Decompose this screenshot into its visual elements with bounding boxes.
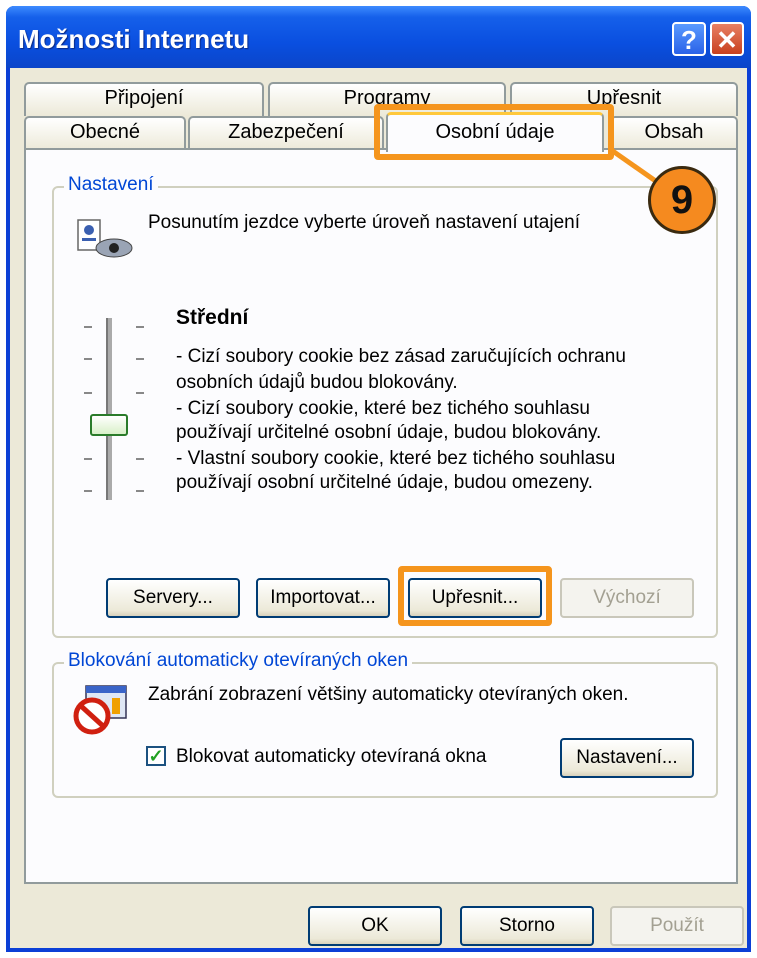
step-badge: 9 [648, 166, 716, 234]
settings-intro: Posunutím jezdce vyberte úroveň nastaven… [148, 212, 580, 233]
privacy-icon [77, 219, 133, 258]
slider-tick [136, 490, 144, 492]
slider-tick [136, 358, 144, 360]
popup-blocker-icon [73, 685, 127, 735]
level-desc-line: používají určitelné osobní údaje, budou … [176, 422, 602, 443]
tab-highlight [374, 104, 614, 160]
privacy-slider-track[interactable] [106, 318, 112, 500]
slider-tick [84, 392, 92, 394]
slider-tick [136, 326, 144, 328]
slider-tick [84, 458, 92, 460]
level-desc-line: - Vlastní soubory cookie, které bez tich… [176, 448, 616, 469]
settings-legend: Nastavení [64, 174, 158, 196]
level-desc-line: osobních údajů budou blokovány. [176, 372, 458, 393]
block-popups-label[interactable]: Blokovat automaticky otevíraná okna [176, 746, 487, 768]
window-title: Možnosti Internetu [18, 24, 250, 54]
servers-button[interactable]: Servery... [106, 578, 240, 618]
popup-settings-button[interactable]: Nastavení... [560, 738, 694, 778]
popup-intro: Zabrání zobrazení většiny automaticky ot… [148, 684, 629, 705]
tab-obecne[interactable]: Obecné [24, 116, 186, 150]
slider-tick [84, 326, 92, 328]
tab-pripojeni[interactable]: Připojení [24, 82, 264, 116]
level-desc-line: používají osobní určitelné údaje, budou … [176, 472, 593, 493]
slider-tick [136, 392, 144, 394]
tab-obsah[interactable]: Obsah [610, 116, 738, 150]
block-popups-checkbox[interactable]: ✓ [146, 746, 166, 766]
default-button[interactable]: Výchozí [560, 578, 694, 618]
help-button[interactable]: ? [672, 22, 706, 56]
import-button[interactable]: Importovat... [256, 578, 390, 618]
title-bar[interactable]: Možnosti Internetu ? ✕ [6, 6, 751, 68]
cancel-button[interactable]: Storno [460, 906, 594, 946]
ok-button[interactable]: OK [308, 906, 442, 946]
level-desc-line: - Cizí soubory cookie bez zásad zaručují… [176, 346, 626, 367]
close-button[interactable]: ✕ [710, 22, 744, 56]
slider-tick [84, 490, 92, 492]
privacy-level: Střední [176, 306, 249, 329]
popup-legend: Blokování automaticky otevíraných oken [64, 650, 413, 672]
slider-tick [136, 458, 144, 460]
apply-button[interactable]: Použít [610, 906, 744, 946]
slider-tick [84, 358, 92, 360]
tab-zabezpeceni[interactable]: Zabezpečení [188, 116, 384, 150]
level-desc-line: - Cizí soubory cookie, které bez tichého… [176, 398, 590, 419]
privacy-slider-thumb[interactable] [90, 414, 128, 436]
button-highlight [398, 566, 552, 626]
